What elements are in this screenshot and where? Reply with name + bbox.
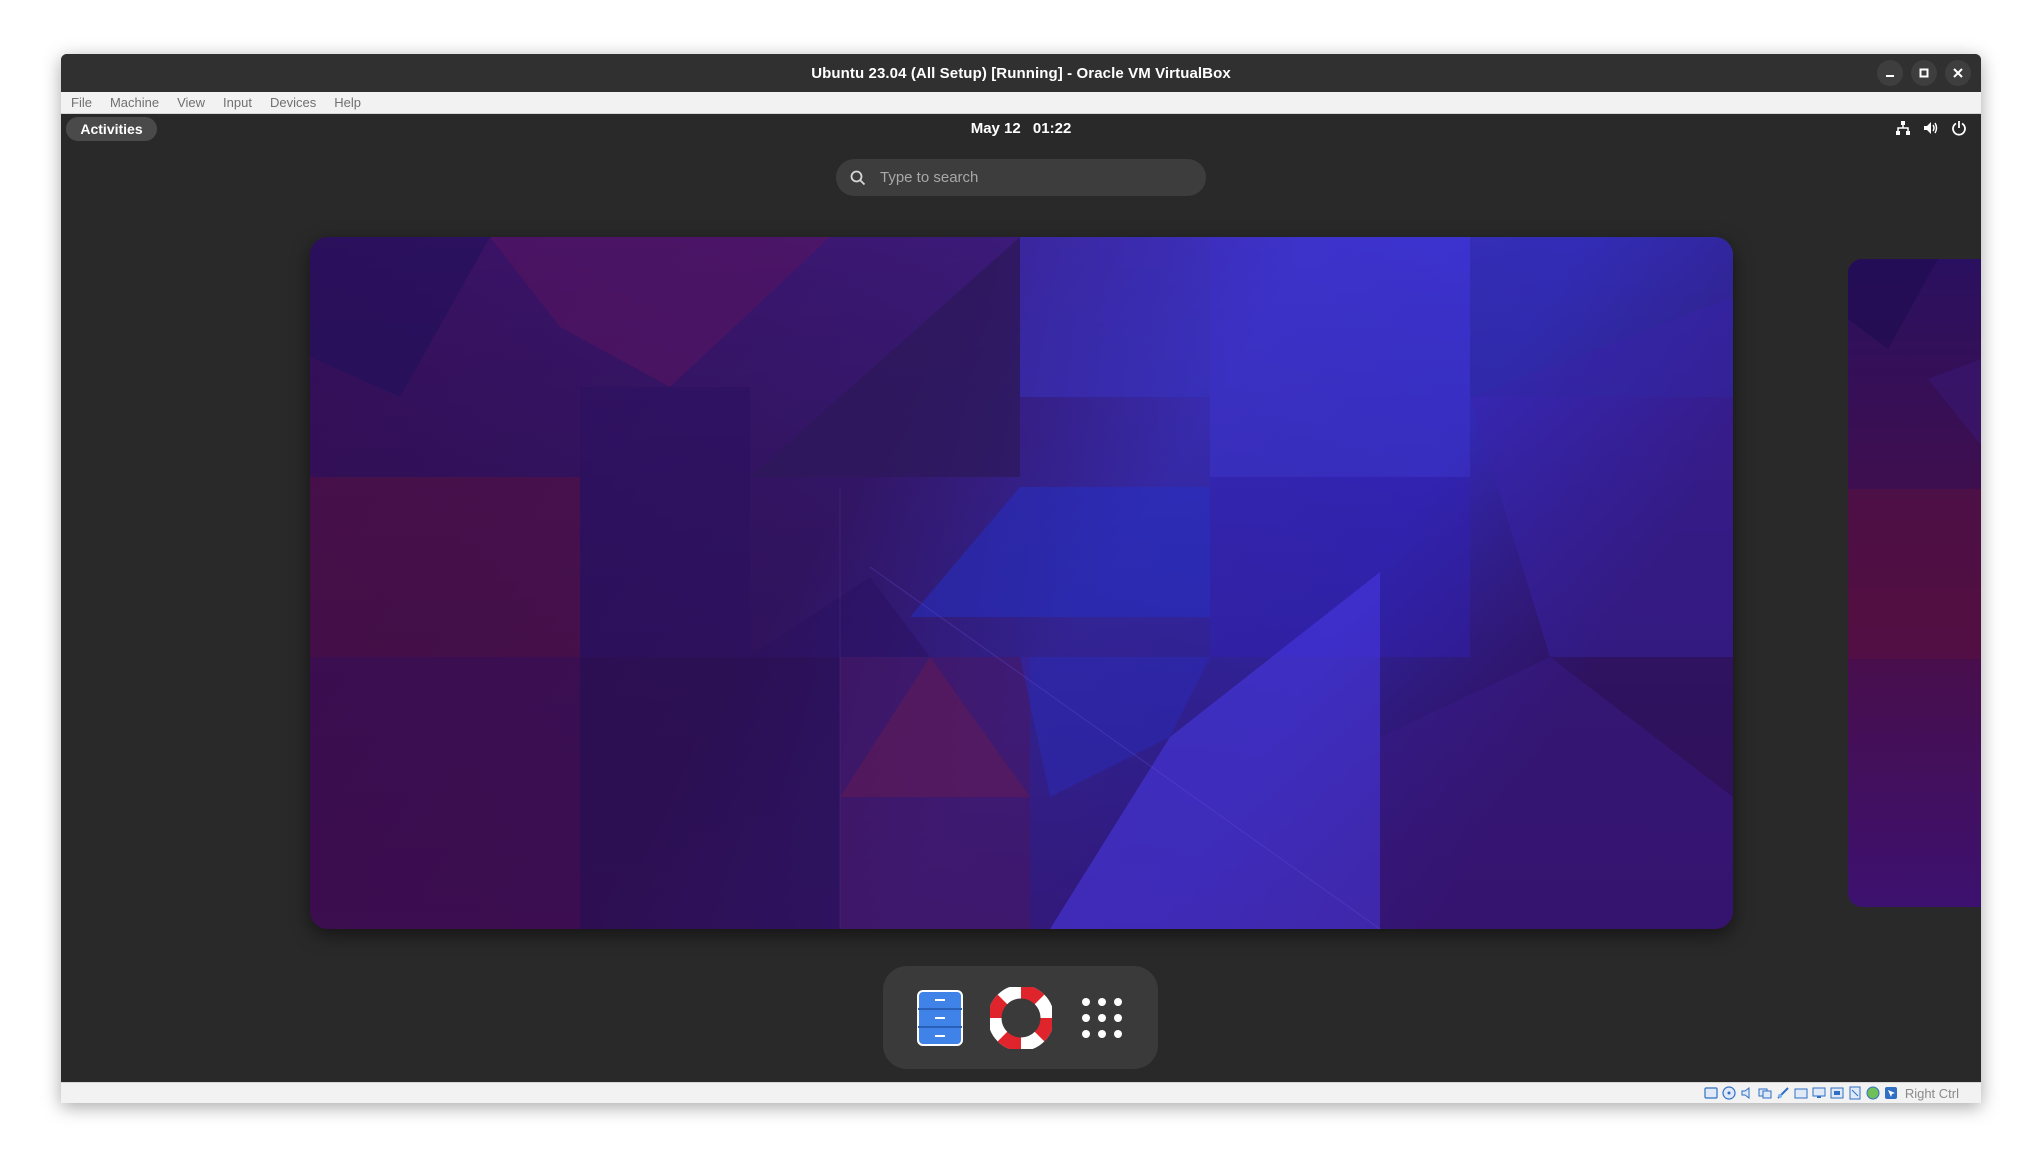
- dash-item-files[interactable]: [908, 986, 972, 1050]
- volume-icon: [1924, 122, 1938, 134]
- shared-folders-icon[interactable]: [1793, 1085, 1809, 1101]
- network-icon: [1896, 121, 1910, 135]
- search-bar[interactable]: [836, 159, 1206, 196]
- hard-disk-icon[interactable]: [1703, 1085, 1719, 1101]
- network-adapter-icon[interactable]: [1757, 1085, 1773, 1101]
- dash-item-help[interactable]: [989, 986, 1053, 1050]
- show-apps-grid-icon: [1081, 997, 1122, 1038]
- search-icon: [850, 170, 866, 185]
- menu-input[interactable]: Input: [223, 95, 252, 110]
- usb-icon[interactable]: [1775, 1085, 1791, 1101]
- dash-item-show-apps[interactable]: [1070, 986, 1134, 1050]
- maximize-button[interactable]: [1911, 60, 1937, 86]
- minimize-button[interactable]: [1877, 60, 1903, 86]
- maximize-icon: [1919, 68, 1929, 78]
- power-icon: [1952, 121, 1966, 136]
- search-input[interactable]: [878, 168, 1182, 187]
- menu-bar: File Machine View Input Devices Help: [61, 92, 1981, 114]
- dash: [883, 966, 1158, 1069]
- files-icon: [916, 989, 963, 1046]
- menu-help[interactable]: Help: [334, 95, 361, 110]
- guest-display[interactable]: Activities May 12 01:22: [61, 114, 1981, 1082]
- help-icon: [989, 986, 1052, 1049]
- close-button[interactable]: [1945, 60, 1971, 86]
- menu-devices[interactable]: Devices: [270, 95, 316, 110]
- menu-machine[interactable]: Machine: [110, 95, 159, 110]
- wallpaper: [310, 237, 1733, 929]
- optical-drive-icon[interactable]: [1721, 1085, 1737, 1101]
- display-icon[interactable]: [1811, 1085, 1827, 1101]
- workspace-thumbnail[interactable]: [310, 237, 1733, 929]
- clock-time: 01:22: [1032, 120, 1072, 137]
- vt-x-icon[interactable]: [1847, 1085, 1863, 1101]
- status-icons: Right Ctrl: [1703, 1085, 1959, 1101]
- menu-view[interactable]: View: [177, 95, 205, 110]
- audio-icon[interactable]: [1739, 1085, 1755, 1101]
- clock[interactable]: May 12 01:22: [61, 120, 1981, 137]
- clock-date: May 12: [970, 120, 1021, 137]
- minimize-icon: [1886, 75, 1894, 77]
- status-bar: Right Ctrl: [61, 1082, 1981, 1103]
- wallpaper-next: [1848, 259, 1981, 907]
- close-icon: [1953, 68, 1963, 78]
- menu-file[interactable]: File: [71, 95, 92, 110]
- virtualbox-window: Ubuntu 23.04 (All Setup) [Running] - Ora…: [61, 54, 1981, 1103]
- host-key-label: Right Ctrl: [1904, 1085, 1959, 1101]
- gnome-top-bar: Activities May 12 01:22: [61, 114, 1981, 144]
- system-tray[interactable]: [1895, 120, 1967, 136]
- next-workspace-thumbnail[interactable]: [1848, 259, 1981, 907]
- mouse-integration-icon[interactable]: [1883, 1085, 1899, 1101]
- window-controls: [1877, 60, 1971, 86]
- window-title: Ubuntu 23.04 (All Setup) [Running] - Ora…: [811, 64, 1231, 82]
- recording-icon[interactable]: [1829, 1085, 1845, 1101]
- title-bar[interactable]: Ubuntu 23.04 (All Setup) [Running] - Ora…: [61, 54, 1981, 92]
- guest-additions-icon[interactable]: [1865, 1085, 1881, 1101]
